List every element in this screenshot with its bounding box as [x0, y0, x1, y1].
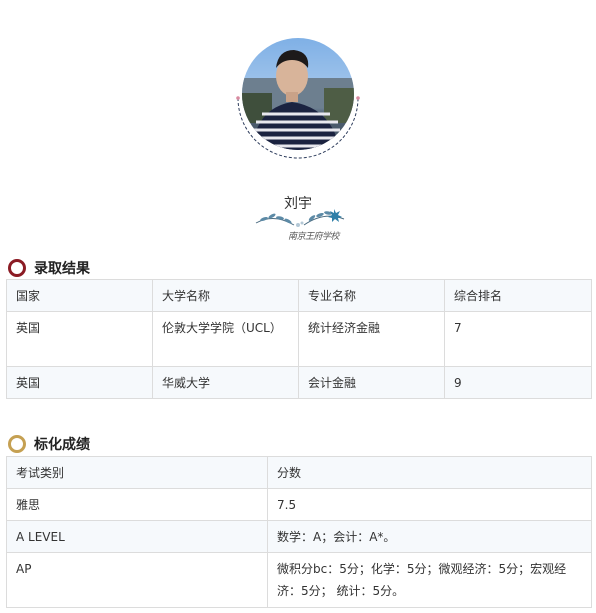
header-cell: 国家 [6, 279, 153, 312]
table-cell: 伦敦大学学院（UCL） [152, 311, 299, 367]
header-cell: 大学名称 [152, 279, 299, 312]
table-cell: 华威大学 [152, 366, 299, 399]
table-cell: 英国 [6, 366, 153, 399]
circle-icon [8, 435, 26, 453]
student-profile: 刘宇 南京王府学校 [0, 0, 596, 250]
admission-table: 国家 大学名称 专业名称 综合排名 英国 伦敦大学学院（UCL） 统计经济金融 … [6, 279, 592, 399]
table-header-row: 国家 大学名称 专业名称 综合排名 [6, 279, 592, 312]
admission-title-text: 录取结果 [34, 261, 90, 277]
table-cell: 7 [444, 311, 592, 367]
circle-icon [8, 259, 26, 277]
table-cell: 9 [444, 366, 592, 399]
admission-section-title: 录取结果 [8, 258, 90, 278]
header-cell: 考试类别 [6, 456, 268, 489]
table-cell: 7.5 [267, 488, 592, 521]
table-cell: 英国 [6, 311, 153, 367]
table-cell: 数学：A；会计：A*。 [267, 520, 592, 553]
header-cell: 综合排名 [444, 279, 592, 312]
avatar [236, 38, 362, 160]
table-header-row: 考试类别 分数 [6, 456, 592, 489]
table-cell: 微积分bc：5分；化学：5分；微观经济：5分；宏观经济：5分； 统计：5分。 [267, 552, 592, 608]
table-row: 雅思 7.5 [6, 488, 592, 521]
table-cell: 会计金融 [298, 366, 445, 399]
school-logo-text: 南京王府学校 [288, 232, 340, 242]
scores-title-text: 标化成绩 [34, 437, 90, 453]
header-cell: 分数 [267, 456, 592, 489]
table-row: 英国 华威大学 会计金融 9 [6, 366, 592, 399]
table-row: A LEVEL 数学：A；会计：A*。 [6, 520, 592, 553]
table-row: 英国 伦敦大学学院（UCL） 统计经济金融 7 [6, 311, 592, 367]
avatar-dashed-ring [236, 96, 360, 159]
table-cell: 雅思 [6, 488, 268, 521]
scores-table: 考试类别 分数 雅思 7.5 A LEVEL 数学：A；会计：A*。 AP 微积… [6, 456, 592, 608]
header-cell: 专业名称 [298, 279, 445, 312]
table-cell: A LEVEL [6, 520, 268, 553]
scores-section-title: 标化成绩 [8, 434, 90, 454]
table-cell: 统计经济金融 [298, 311, 445, 367]
table-cell: AP [6, 552, 268, 608]
table-row: AP 微积分bc：5分；化学：5分；微观经济：5分；宏观经济：5分； 统计：5分… [6, 552, 592, 608]
